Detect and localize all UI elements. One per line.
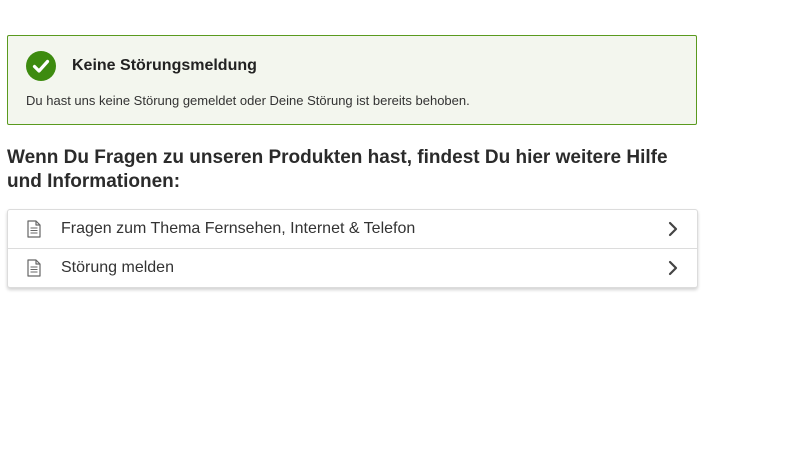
help-link-label: Störung melden <box>61 259 174 276</box>
chevron-right-icon <box>667 221 679 237</box>
status-notice: Keine Störungsmeldung Du hast uns keine … <box>7 35 697 125</box>
help-link-tv-internet-phone[interactable]: Fragen zum Thema Fernsehen, Internet & T… <box>8 210 697 248</box>
status-notice-title: Keine Störungsmeldung <box>72 57 257 74</box>
help-link-label: Fragen zum Thema Fernsehen, Internet & T… <box>61 220 416 237</box>
page-content: Keine Störungsmeldung Du hast uns keine … <box>7 35 698 288</box>
help-link-list: Fragen zum Thema Fernsehen, Internet & T… <box>7 209 698 288</box>
help-heading: Wenn Du Fragen zu unseren Produkten hast… <box>7 147 668 192</box>
status-notice-header: Keine Störungsmeldung <box>26 51 678 81</box>
chevron-right-icon <box>667 260 679 276</box>
status-notice-text: Du hast uns keine Störung gemeldet oder … <box>26 93 470 108</box>
document-icon <box>26 259 42 277</box>
check-circle-icon <box>26 51 56 81</box>
document-icon <box>26 220 42 238</box>
help-link-report-fault[interactable]: Störung melden <box>8 248 697 287</box>
